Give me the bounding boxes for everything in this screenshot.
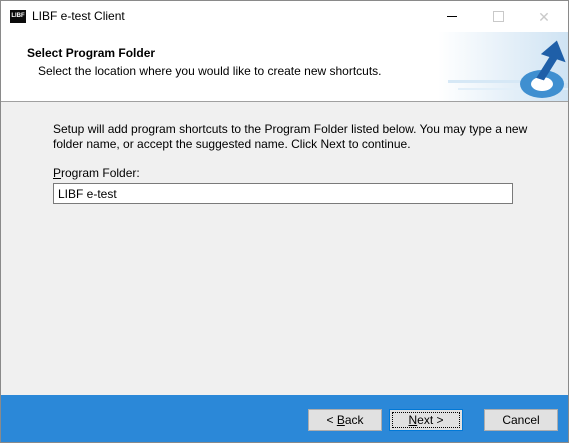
- title-bar[interactable]: LIBF LIBF e-test Client ✕: [1, 1, 568, 32]
- back-button[interactable]: < Back: [308, 409, 382, 431]
- focus-rectangle: [392, 412, 460, 428]
- back-prefix: <: [326, 413, 337, 427]
- page-title: Select Program Folder: [27, 46, 156, 60]
- folder-label-accelerator: P: [53, 166, 62, 180]
- cancel-button[interactable]: Cancel: [484, 409, 558, 431]
- minimize-button[interactable]: [429, 1, 475, 32]
- instructions-text: Setup will add program shortcuts to the …: [53, 122, 528, 151]
- page-subtitle: Select the location where you would like…: [38, 64, 382, 78]
- minimize-icon: [447, 16, 457, 17]
- app-logo-icon: LIBF: [10, 10, 26, 23]
- installer-graphic-icon: [438, 32, 568, 101]
- maximize-icon: [492, 11, 504, 22]
- setup-window: LIBF LIBF e-test Client ✕ Select Program…: [0, 0, 569, 443]
- close-button[interactable]: ✕: [521, 1, 567, 32]
- wizard-header: Select Program Folder Select the locatio…: [1, 32, 568, 102]
- wizard-footer: < Back Next > Cancel: [1, 395, 568, 442]
- window-title: LIBF e-test Client: [32, 9, 125, 23]
- close-icon: ✕: [538, 8, 550, 25]
- folder-label-text: rogram Folder:: [61, 166, 140, 180]
- maximize-button[interactable]: [475, 1, 521, 32]
- program-folder-input[interactable]: [53, 183, 513, 204]
- back-label: ack: [344, 413, 364, 427]
- back-accelerator: B: [336, 413, 345, 427]
- program-folder-label: Program Folder:: [53, 166, 140, 180]
- next-button[interactable]: Next >: [389, 409, 463, 431]
